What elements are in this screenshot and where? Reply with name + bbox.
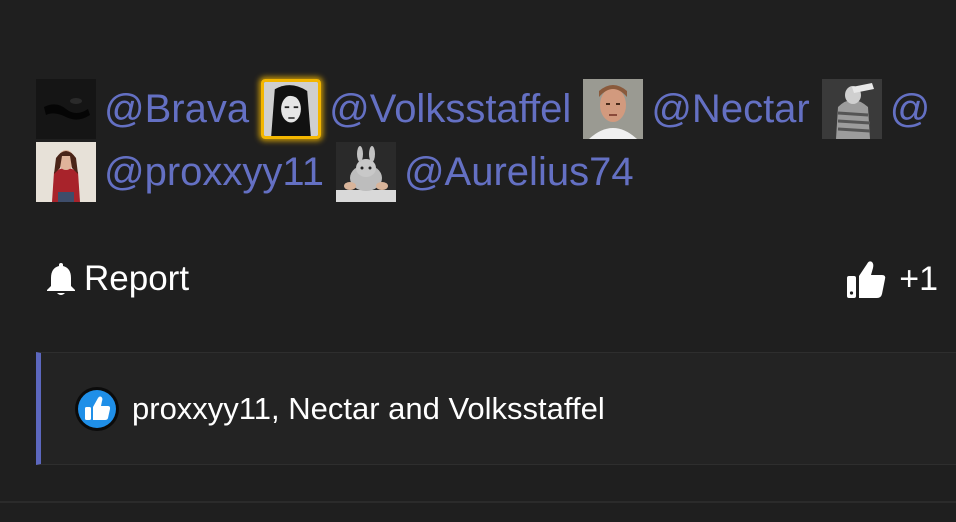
likers-text: proxxyy11, Nectar and Volksstaffel (132, 390, 605, 426)
avatar-volksstaffel-icon (261, 79, 322, 139)
avatar-truncated-user-icon (821, 79, 882, 139)
bell-icon (44, 261, 78, 297)
thumbs-up-icon (845, 258, 887, 300)
mention-nectar[interactable]: @Nectar (583, 79, 810, 139)
mention-username: @Volksstaffel (329, 87, 572, 131)
mentions-row-1: @Brava @Volksstaffel @Nectar @ (36, 79, 942, 139)
avatar-proxxyy11-icon (36, 142, 96, 202)
like-count: +1 (899, 259, 938, 298)
report-label: Report (84, 259, 190, 298)
avatar-nectar-icon (583, 79, 644, 139)
like-badge-icon (74, 386, 120, 432)
mention-truncated-user[interactable]: @ (821, 79, 931, 139)
report-button[interactable]: Report (44, 259, 189, 299)
mention-username: @Nectar (651, 87, 810, 131)
likes-summary[interactable]: proxxyy11, Nectar and Volksstaffel (36, 352, 956, 465)
post-actions: Report +1 (44, 252, 938, 306)
divider (0, 501, 956, 503)
mention-volksstaffel[interactable]: @Volksstaffel (261, 79, 571, 139)
like-button[interactable]: +1 (845, 258, 938, 300)
mention-username: @proxxyy11 (104, 150, 324, 194)
mention-username: @Brava (104, 87, 250, 131)
avatar-aurelius74-icon (335, 142, 396, 202)
mention-brava[interactable]: @Brava (36, 79, 249, 139)
mention-username: @Aurelius74 (403, 150, 634, 194)
avatar-brava-icon (36, 79, 96, 139)
mentions-row-2: @proxxyy11 @Aurelius74 (36, 142, 646, 202)
post-footer: @Brava @Volksstaffel @Nectar @ @proxxyy1… (0, 0, 956, 522)
mention-username: @ (889, 87, 931, 131)
mention-proxxyy11[interactable]: @proxxyy11 (36, 142, 324, 202)
mention-aurelius74[interactable]: @Aurelius74 (335, 142, 634, 202)
